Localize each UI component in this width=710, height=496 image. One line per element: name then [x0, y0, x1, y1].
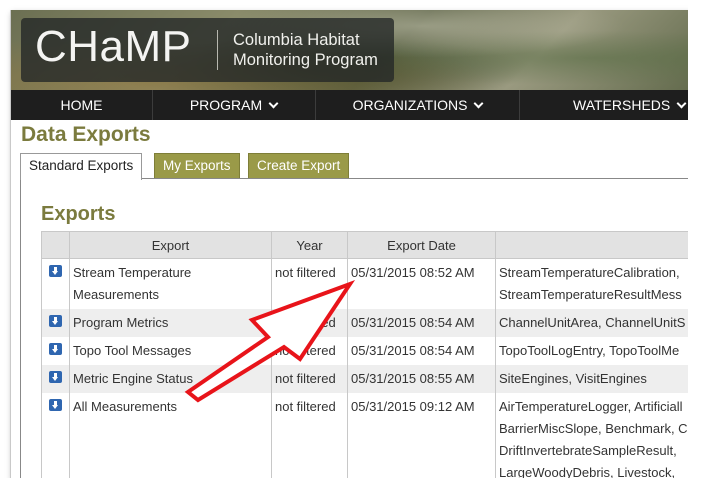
export-year: not filtered	[271, 309, 348, 337]
export-date: 05/31/2015 08:55 AM	[347, 365, 496, 393]
nav-organizations-label: ORGANIZATIONS	[352, 97, 468, 113]
download-arrow-icon[interactable]	[49, 399, 62, 411]
export-name[interactable]: Topo Tool Messages	[69, 337, 272, 365]
table-header-row: Export Year Export Date	[41, 231, 696, 259]
column-header-year[interactable]: Year	[271, 231, 348, 259]
table-row: Topo Tool Messages not filtered 05/31/20…	[41, 337, 696, 365]
export-name[interactable]: Program Metrics	[69, 309, 272, 337]
table-row: All Measurements not filtered 05/31/2015…	[41, 393, 696, 487]
table-row: Metric Engine Status not filtered 05/31/…	[41, 365, 696, 393]
column-header-export-date[interactable]: Export Date	[347, 231, 496, 259]
export-name[interactable]: Stream Temperature	[73, 262, 268, 284]
tab-create-export[interactable]: Create Export	[248, 153, 350, 178]
table-row: Stream Temperature Measurements not filte…	[41, 258, 696, 309]
nav-program-label: PROGRAM	[189, 97, 263, 113]
tab-create-export-label: Create Export	[257, 158, 341, 173]
export-year: not filtered	[271, 365, 348, 393]
nav-organizations[interactable]: ORGANIZATIONS	[316, 90, 520, 120]
export-name-cont[interactable]: Measurements	[73, 284, 268, 306]
chevron-down-icon	[676, 98, 687, 109]
export-tables: SiteEngines, VisitEngines	[495, 365, 696, 393]
tab-my-exports[interactable]: My Exports	[154, 153, 240, 178]
tab-standard-exports-label: Standard Exports	[29, 158, 134, 173]
chevron-down-icon	[473, 98, 484, 109]
header-banner: CHaMP Columbia Habitat Monitoring Progra…	[11, 10, 695, 90]
export-tables: ChannelUnitArea, ChannelUnitS	[495, 309, 696, 337]
export-name[interactable]: All Measurements	[69, 393, 272, 487]
export-tables-cont: BarrierMiscSlope, Benchmark, C	[499, 421, 688, 436]
table-row: Program Metrics not filtered 05/31/2015 …	[41, 309, 696, 337]
logo-text: CHaMP	[35, 22, 192, 71]
export-tables: StreamTemperatureCalibration,	[499, 265, 680, 280]
export-tables: TopoToolLogEntry, TopoToolMe	[495, 337, 696, 365]
tab-standard-exports[interactable]: Standard Exports	[20, 153, 143, 180]
export-date: 05/31/2015 08:54 AM	[347, 309, 496, 337]
export-date: 05/31/2015 08:54 AM	[347, 337, 496, 365]
nav-program[interactable]: PROGRAM	[152, 90, 316, 120]
nav-watersheds-label: WATERSHEDS	[573, 97, 671, 113]
logo-subtitle: Columbia Habitat Monitoring Program	[233, 30, 378, 70]
column-header-export[interactable]: Export	[69, 231, 272, 259]
nav-home-label: HOME	[60, 97, 103, 113]
download-arrow-icon[interactable]	[49, 343, 62, 355]
export-year: not filtered	[271, 337, 348, 365]
export-date: 05/31/2015 09:12 AM	[347, 393, 496, 487]
chevron-down-icon	[268, 98, 279, 109]
export-tables: AirTemperatureLogger, Artificiall	[499, 399, 683, 414]
torn-edge-bottom	[0, 478, 710, 496]
main-nav: HOME PROGRAM ORGANIZATIONS WATERSHEDS	[11, 90, 695, 120]
download-arrow-icon[interactable]	[49, 371, 62, 383]
page-title: Data Exports	[21, 123, 151, 146]
column-header-icon	[41, 231, 70, 259]
tab-my-exports-label: My Exports	[163, 158, 231, 173]
torn-edge-right	[688, 0, 710, 496]
nav-home[interactable]: HOME	[11, 90, 153, 120]
export-name[interactable]: Metric Engine Status	[69, 365, 272, 393]
logo-subtitle-line2: Monitoring Program	[233, 51, 378, 69]
export-tables-cont: StreamTemperatureResultMess	[499, 287, 682, 302]
exports-heading: Exports	[41, 203, 116, 225]
download-arrow-icon[interactable]	[49, 315, 62, 327]
column-header-tables	[495, 231, 696, 259]
export-tables-cont: DriftInvertebrateSampleResult,	[499, 443, 677, 458]
logo-subtitle-line1: Columbia Habitat	[233, 31, 360, 49]
logo[interactable]: CHaMP Columbia Habitat Monitoring Progra…	[21, 18, 394, 82]
nav-watersheds[interactable]: WATERSHEDS	[520, 90, 695, 120]
export-date: 05/31/2015 08:52 AM	[347, 258, 496, 309]
export-year: not filtered	[271, 393, 348, 487]
export-year: not filtered	[271, 258, 348, 309]
logo-divider	[217, 30, 218, 70]
download-arrow-icon[interactable]	[49, 265, 62, 277]
exports-table: Export Year Export Date Stream Temperatu…	[41, 231, 696, 487]
